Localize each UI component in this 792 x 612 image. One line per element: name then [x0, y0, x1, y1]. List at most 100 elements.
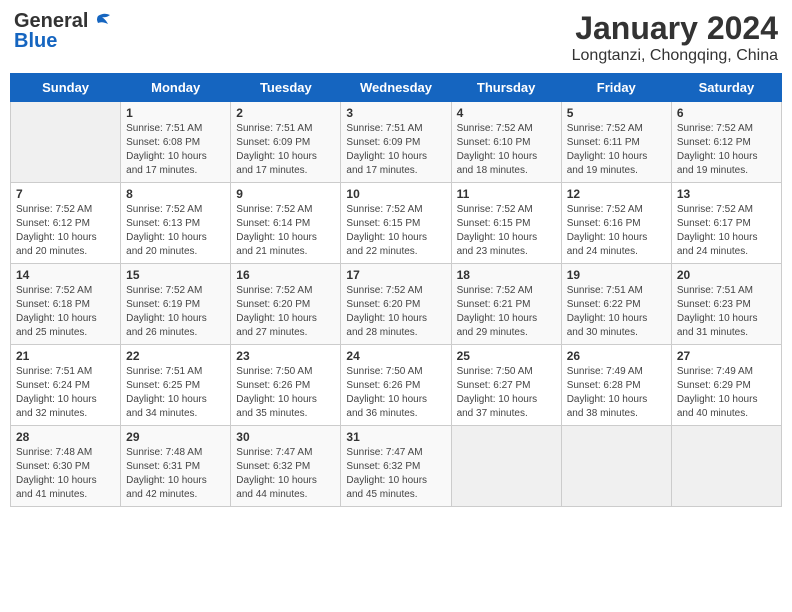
- day-number: 30: [236, 430, 335, 444]
- calendar-cell: 12 Sunrise: 7:52 AM Sunset: 6:16 PM Dayl…: [561, 183, 671, 264]
- day-info: Sunrise: 7:52 AM Sunset: 6:15 PM Dayligh…: [457, 203, 556, 259]
- logo-general-text: General: [14, 11, 88, 31]
- calendar-cell: 11 Sunrise: 7:52 AM Sunset: 6:15 PM Dayl…: [451, 183, 561, 264]
- calendar-cell: 8 Sunrise: 7:52 AM Sunset: 6:13 PM Dayli…: [121, 183, 231, 264]
- calendar-cell: 19 Sunrise: 7:51 AM Sunset: 6:22 PM Dayl…: [561, 264, 671, 345]
- header-sunday: Sunday: [11, 74, 121, 102]
- sunrise-text: Sunrise: 7:52 AM: [457, 203, 556, 217]
- day-info: Sunrise: 7:52 AM Sunset: 6:12 PM Dayligh…: [16, 203, 115, 259]
- daylight-text: Daylight: 10 hours and 32 minutes.: [16, 393, 115, 421]
- calendar-cell: 28 Sunrise: 7:48 AM Sunset: 6:30 PM Dayl…: [11, 426, 121, 507]
- day-info: Sunrise: 7:52 AM Sunset: 6:11 PM Dayligh…: [567, 122, 666, 178]
- sunset-text: Sunset: 6:25 PM: [126, 379, 225, 393]
- calendar-week-2: 7 Sunrise: 7:52 AM Sunset: 6:12 PM Dayli…: [11, 183, 782, 264]
- daylight-text: Daylight: 10 hours and 28 minutes.: [346, 312, 445, 340]
- daylight-text: Daylight: 10 hours and 17 minutes.: [346, 150, 445, 178]
- calendar-table: Sunday Monday Tuesday Wednesday Thursday…: [10, 73, 782, 507]
- calendar-cell: 13 Sunrise: 7:52 AM Sunset: 6:17 PM Dayl…: [671, 183, 781, 264]
- day-number: 20: [677, 268, 776, 282]
- calendar-week-3: 14 Sunrise: 7:52 AM Sunset: 6:18 PM Dayl…: [11, 264, 782, 345]
- calendar-cell: 17 Sunrise: 7:52 AM Sunset: 6:20 PM Dayl…: [341, 264, 451, 345]
- calendar-cell: 6 Sunrise: 7:52 AM Sunset: 6:12 PM Dayli…: [671, 102, 781, 183]
- day-number: 7: [16, 187, 115, 201]
- calendar-cell: 16 Sunrise: 7:52 AM Sunset: 6:20 PM Dayl…: [231, 264, 341, 345]
- calendar-cell: 15 Sunrise: 7:52 AM Sunset: 6:19 PM Dayl…: [121, 264, 231, 345]
- day-number: 28: [16, 430, 115, 444]
- sunset-text: Sunset: 6:21 PM: [457, 298, 556, 312]
- day-number: 6: [677, 106, 776, 120]
- daylight-text: Daylight: 10 hours and 40 minutes.: [677, 393, 776, 421]
- sunrise-text: Sunrise: 7:51 AM: [346, 122, 445, 136]
- sunrise-text: Sunrise: 7:52 AM: [457, 122, 556, 136]
- day-info: Sunrise: 7:52 AM Sunset: 6:14 PM Dayligh…: [236, 203, 335, 259]
- day-number: 21: [16, 349, 115, 363]
- daylight-text: Daylight: 10 hours and 27 minutes.: [236, 312, 335, 340]
- header-friday: Friday: [561, 74, 671, 102]
- day-info: Sunrise: 7:52 AM Sunset: 6:16 PM Dayligh…: [567, 203, 666, 259]
- sunrise-text: Sunrise: 7:51 AM: [126, 365, 225, 379]
- day-number: 10: [346, 187, 445, 201]
- day-number: 1: [126, 106, 225, 120]
- calendar-cell: [451, 426, 561, 507]
- calendar-cell: 1 Sunrise: 7:51 AM Sunset: 6:08 PM Dayli…: [121, 102, 231, 183]
- day-info: Sunrise: 7:52 AM Sunset: 6:20 PM Dayligh…: [346, 284, 445, 340]
- daylight-text: Daylight: 10 hours and 34 minutes.: [126, 393, 225, 421]
- calendar-cell: 29 Sunrise: 7:48 AM Sunset: 6:31 PM Dayl…: [121, 426, 231, 507]
- day-number: 22: [126, 349, 225, 363]
- day-info: Sunrise: 7:51 AM Sunset: 6:09 PM Dayligh…: [236, 122, 335, 178]
- sunset-text: Sunset: 6:23 PM: [677, 298, 776, 312]
- daylight-text: Daylight: 10 hours and 26 minutes.: [126, 312, 225, 340]
- day-number: 27: [677, 349, 776, 363]
- day-info: Sunrise: 7:52 AM Sunset: 6:20 PM Dayligh…: [236, 284, 335, 340]
- calendar-cell: 14 Sunrise: 7:52 AM Sunset: 6:18 PM Dayl…: [11, 264, 121, 345]
- sunrise-text: Sunrise: 7:51 AM: [677, 284, 776, 298]
- daylight-text: Daylight: 10 hours and 45 minutes.: [346, 474, 445, 502]
- sunset-text: Sunset: 6:30 PM: [16, 460, 115, 474]
- sunset-text: Sunset: 6:24 PM: [16, 379, 115, 393]
- day-number: 14: [16, 268, 115, 282]
- sunset-text: Sunset: 6:19 PM: [126, 298, 225, 312]
- sunrise-text: Sunrise: 7:50 AM: [457, 365, 556, 379]
- calendar-cell: 4 Sunrise: 7:52 AM Sunset: 6:10 PM Dayli…: [451, 102, 561, 183]
- logo-blue-text: Blue: [14, 30, 57, 52]
- day-info: Sunrise: 7:51 AM Sunset: 6:24 PM Dayligh…: [16, 365, 115, 421]
- sunset-text: Sunset: 6:15 PM: [457, 217, 556, 231]
- day-info: Sunrise: 7:48 AM Sunset: 6:30 PM Dayligh…: [16, 446, 115, 502]
- sunrise-text: Sunrise: 7:50 AM: [236, 365, 335, 379]
- day-info: Sunrise: 7:52 AM Sunset: 6:18 PM Dayligh…: [16, 284, 115, 340]
- daylight-text: Daylight: 10 hours and 22 minutes.: [346, 231, 445, 259]
- day-number: 15: [126, 268, 225, 282]
- day-info: Sunrise: 7:52 AM Sunset: 6:15 PM Dayligh…: [346, 203, 445, 259]
- logo: General Blue: [14, 10, 112, 53]
- day-number: 2: [236, 106, 335, 120]
- sunrise-text: Sunrise: 7:52 AM: [677, 203, 776, 217]
- day-info: Sunrise: 7:52 AM Sunset: 6:12 PM Dayligh…: [677, 122, 776, 178]
- logo-bird-icon: [90, 10, 112, 32]
- sunrise-text: Sunrise: 7:52 AM: [16, 203, 115, 217]
- sunset-text: Sunset: 6:29 PM: [677, 379, 776, 393]
- calendar-cell: 30 Sunrise: 7:47 AM Sunset: 6:32 PM Dayl…: [231, 426, 341, 507]
- daylight-text: Daylight: 10 hours and 42 minutes.: [126, 474, 225, 502]
- calendar-week-4: 21 Sunrise: 7:51 AM Sunset: 6:24 PM Dayl…: [11, 345, 782, 426]
- day-number: 26: [567, 349, 666, 363]
- day-number: 8: [126, 187, 225, 201]
- day-number: 25: [457, 349, 556, 363]
- calendar-cell: 10 Sunrise: 7:52 AM Sunset: 6:15 PM Dayl…: [341, 183, 451, 264]
- daylight-text: Daylight: 10 hours and 38 minutes.: [567, 393, 666, 421]
- sunset-text: Sunset: 6:32 PM: [346, 460, 445, 474]
- day-info: Sunrise: 7:47 AM Sunset: 6:32 PM Dayligh…: [236, 446, 335, 502]
- daylight-text: Daylight: 10 hours and 17 minutes.: [236, 150, 335, 178]
- calendar-cell: 18 Sunrise: 7:52 AM Sunset: 6:21 PM Dayl…: [451, 264, 561, 345]
- calendar-cell: 2 Sunrise: 7:51 AM Sunset: 6:09 PM Dayli…: [231, 102, 341, 183]
- day-info: Sunrise: 7:51 AM Sunset: 6:08 PM Dayligh…: [126, 122, 225, 178]
- sunset-text: Sunset: 6:26 PM: [346, 379, 445, 393]
- day-info: Sunrise: 7:51 AM Sunset: 6:25 PM Dayligh…: [126, 365, 225, 421]
- header-tuesday: Tuesday: [231, 74, 341, 102]
- sunset-text: Sunset: 6:09 PM: [346, 136, 445, 150]
- header-thursday: Thursday: [451, 74, 561, 102]
- daylight-text: Daylight: 10 hours and 25 minutes.: [16, 312, 115, 340]
- header-saturday: Saturday: [671, 74, 781, 102]
- day-info: Sunrise: 7:48 AM Sunset: 6:31 PM Dayligh…: [126, 446, 225, 502]
- calendar-location: Longtanzi, Chongqing, China: [572, 47, 778, 65]
- day-info: Sunrise: 7:50 AM Sunset: 6:26 PM Dayligh…: [346, 365, 445, 421]
